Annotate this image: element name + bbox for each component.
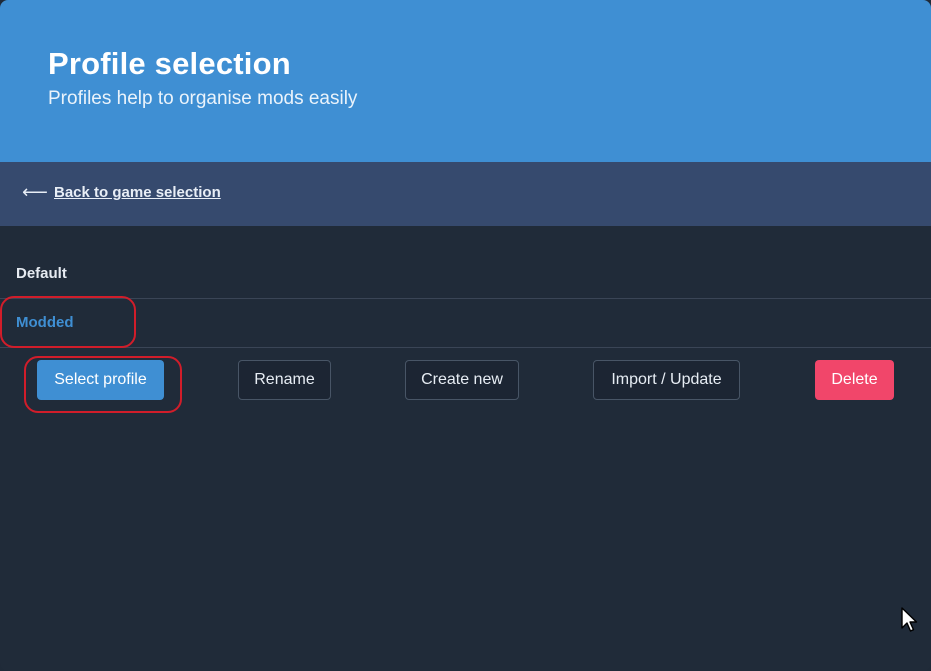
- arrow-left-icon[interactable]: ⟵: [22, 182, 48, 202]
- create-new-button[interactable]: Create new: [405, 360, 519, 400]
- profile-item-modded[interactable]: Modded: [0, 299, 931, 348]
- back-to-game-selection-link[interactable]: Back to game selection: [54, 184, 221, 201]
- page-header: Profile selection Profiles help to organ…: [0, 0, 931, 162]
- profile-label: Modded: [16, 314, 74, 331]
- select-profile-button[interactable]: Select profile: [37, 360, 164, 400]
- rename-button[interactable]: Rename: [238, 360, 331, 400]
- profile-list: Default Modded: [0, 250, 931, 348]
- import-update-button[interactable]: Import / Update: [593, 360, 740, 400]
- profile-item-default[interactable]: Default: [0, 250, 931, 299]
- delete-button[interactable]: Delete: [815, 360, 894, 400]
- page-title: Profile selection: [48, 46, 291, 81]
- profile-label: Default: [16, 265, 67, 282]
- page-subtitle: Profiles help to organise mods easily: [48, 88, 358, 109]
- mouse-pointer-icon: [901, 607, 918, 632]
- app-window: Profile selection Profiles help to organ…: [0, 0, 931, 671]
- back-navigation-bar: ⟵ Back to game selection: [0, 162, 931, 226]
